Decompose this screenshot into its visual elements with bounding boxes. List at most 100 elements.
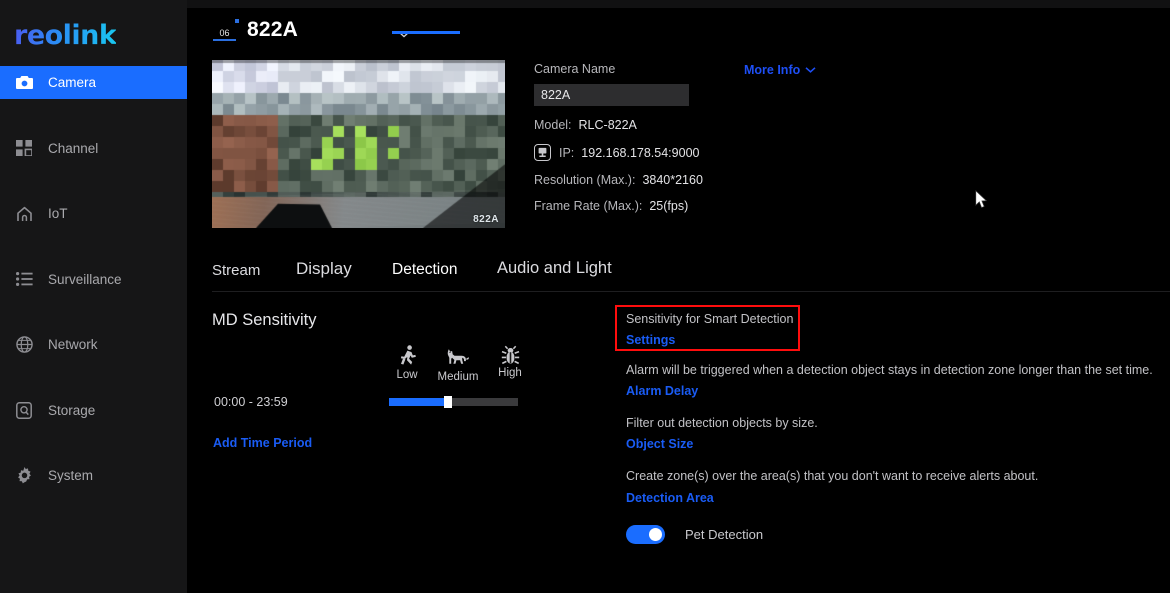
info-key: IP:: [559, 145, 575, 160]
pet-detection-row: Pet Detection: [626, 524, 1166, 544]
info-value: 25(fps): [649, 199, 689, 213]
info-value: 192.168.178.54:9000: [581, 145, 700, 160]
chevron-down-icon[interactable]: [396, 26, 412, 42]
nav-gap: [0, 165, 187, 198]
app-root: reolink Camera Channel IoT Surveillance …: [0, 0, 1170, 593]
info-key: Model:: [534, 118, 572, 132]
tab-bar: Stream Display Detection Audio and Light: [212, 258, 1152, 290]
time-period-label: 00:00 - 23:59: [214, 395, 288, 409]
camera-selector[interactable]: 06 822A: [212, 18, 298, 42]
tab-audio-and-light[interactable]: Audio and Light: [497, 259, 612, 278]
sidebar-item-label: IoT: [48, 206, 68, 221]
slider-handle[interactable]: [444, 396, 452, 408]
sensitivity-label: Medium: [437, 371, 479, 383]
sensitivity-level-high: High: [487, 345, 533, 379]
nav-gap: [0, 99, 187, 132]
channel-number: 06: [219, 28, 230, 38]
tab-detection[interactable]: Detection: [392, 261, 457, 279]
add-time-period-link[interactable]: Add Time Period: [213, 436, 312, 450]
chevron-down-icon: [805, 63, 816, 77]
grid-icon: [14, 138, 34, 158]
sensitivity-level-low: Low: [384, 345, 430, 381]
sidebar-item-storage[interactable]: Storage: [0, 394, 187, 427]
sidebar-item-network[interactable]: Network: [0, 328, 187, 361]
tab-display[interactable]: Display: [296, 259, 352, 279]
info-row-framerate: Frame Rate (Max.): 25(fps): [534, 199, 954, 213]
sidebar-item-channel[interactable]: Channel: [0, 132, 187, 165]
tab-stream[interactable]: Stream: [212, 262, 260, 279]
settings-link[interactable]: Settings: [626, 333, 675, 347]
sidebar-item-label: Camera: [48, 75, 97, 90]
detection-settings-panel: Sensitivity for Smart Detection Settings…: [626, 310, 1166, 544]
reolink-logo: reolink: [14, 20, 117, 51]
info-row-resolution: Resolution (Max.): 3840*2160: [534, 173, 954, 187]
camera-name-input[interactable]: [534, 84, 689, 106]
detection-block-smart-sensitivity: Sensitivity for Smart Detection Settings: [626, 310, 1166, 349]
detection-block-object-size: Filter out detection objects by size. Ob…: [626, 414, 1166, 453]
slider-fill: [389, 398, 447, 406]
block-description: Alarm will be triggered when a detection…: [626, 363, 1153, 378]
pet-detection-toggle[interactable]: [626, 524, 665, 544]
sensitivity-label: High: [498, 367, 522, 379]
sensitivity-legend: Low Medium High: [384, 345, 524, 385]
camera-icon: [14, 73, 34, 93]
badge-underline: [213, 39, 236, 41]
block-description: Sensitivity for Smart Detection: [626, 312, 794, 326]
detection-area-link[interactable]: Detection Area: [626, 491, 714, 505]
sidebar-item-camera[interactable]: Camera: [0, 66, 187, 99]
info-row-model: Model: RLC-822A: [534, 118, 954, 132]
camera-info-panel: Camera Name Model: RLC-822A IP: 192.168.…: [534, 62, 954, 213]
running-person-icon: [384, 345, 430, 365]
info-key: Frame Rate (Max.):: [534, 199, 643, 213]
hard-drive-icon: [14, 400, 34, 420]
arrow-cursor: [975, 189, 988, 214]
sensitivity-slider[interactable]: [389, 396, 518, 408]
page-title: 822A: [247, 18, 299, 41]
home-icon: [14, 204, 34, 224]
device-icon: [534, 144, 551, 161]
gear-icon: [14, 466, 34, 486]
nav-gap: [0, 361, 187, 394]
more-info-link[interactable]: More Info: [744, 63, 816, 77]
sidebar-item-system[interactable]: System: [0, 459, 187, 492]
detection-block-detection-area: Create zone(s) over the area(s) that you…: [626, 467, 1166, 506]
block-description: Filter out detection objects by size.: [626, 416, 818, 431]
sidebar-item-label: Network: [48, 337, 98, 352]
preview-image: [212, 60, 505, 228]
sidebar: reolink Camera Channel IoT Surveillance …: [0, 0, 187, 593]
alarm-delay-link[interactable]: Alarm Delay: [626, 384, 698, 398]
sidebar-item-label: Storage: [48, 402, 96, 418]
sidebar-item-label: Surveillance: [48, 271, 122, 287]
active-tab-indicator: [392, 31, 460, 34]
pet-detection-label: Pet Detection: [685, 526, 764, 542]
bug-icon: [487, 345, 533, 365]
detection-block-alarm-delay: Alarm will be triggered when a detection…: [626, 361, 1166, 400]
sidebar-nav: Camera Channel IoT Surveillance Network …: [0, 66, 187, 492]
object-size-link[interactable]: Object Size: [626, 437, 693, 451]
sensitivity-level-medium: Medium: [435, 345, 481, 383]
sidebar-item-label: System: [48, 468, 94, 483]
info-value: 3840*2160: [642, 173, 703, 187]
tab-bar-divider: [212, 291, 1170, 292]
sidebar-item-iot[interactable]: IoT: [0, 197, 187, 230]
list-icon: [14, 269, 34, 289]
md-sensitivity-title: MD Sensitivity: [212, 311, 317, 329]
nav-gap: [0, 427, 187, 460]
channel-badge: 06: [212, 19, 239, 41]
info-key: Resolution (Max.):: [534, 173, 636, 187]
camera-preview-thumbnail[interactable]: 822A: [212, 60, 505, 228]
nav-gap: [0, 296, 187, 329]
toggle-knob: [649, 527, 662, 541]
info-value: RLC-822A: [578, 118, 637, 132]
sidebar-item-label: Channel: [48, 140, 99, 156]
sidebar-item-surveillance[interactable]: Surveillance: [0, 263, 187, 296]
preview-watermark: 822A: [473, 214, 499, 225]
nav-gap: [0, 230, 187, 263]
block-description: Create zone(s) over the area(s) that you…: [626, 469, 1039, 484]
globe-icon: [14, 335, 34, 355]
badge-dot: [235, 19, 239, 23]
dog-icon: [435, 345, 481, 365]
sensitivity-label: Low: [396, 369, 418, 381]
more-info-label: More Info: [744, 63, 801, 77]
info-row-ip: IP: 192.168.178.54:9000: [534, 144, 954, 161]
